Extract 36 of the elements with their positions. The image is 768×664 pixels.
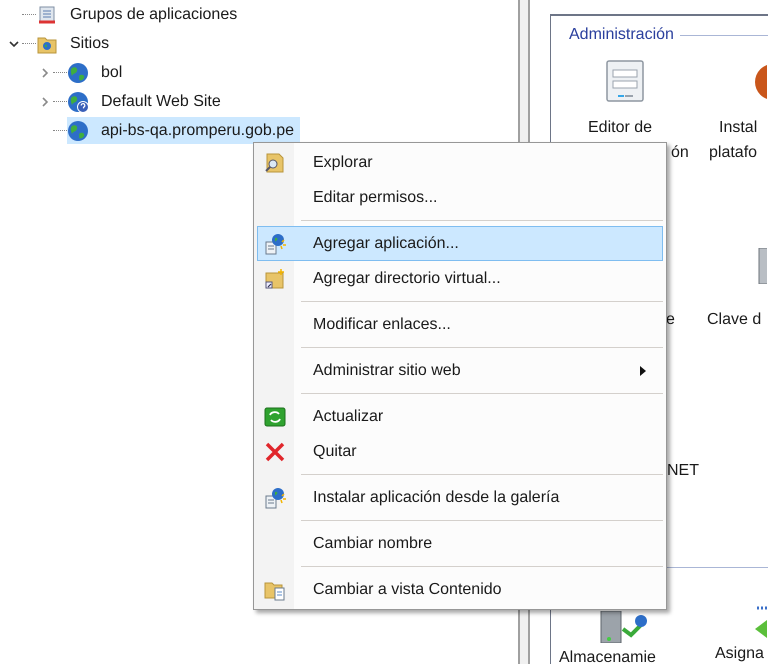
feature-label: Instal bbox=[719, 118, 758, 138]
refresh-icon bbox=[264, 406, 286, 428]
feature-label: e bbox=[666, 310, 675, 330]
tree-item[interactable]: Grupos de aplicaciones bbox=[36, 1, 244, 28]
folder-shortcut-icon bbox=[264, 268, 286, 290]
feature-label: platafo bbox=[709, 143, 758, 163]
tree-item[interactable]: bol bbox=[67, 59, 128, 86]
globe-icon bbox=[67, 62, 89, 84]
menu-item[interactable]: Agregar aplicación... bbox=[257, 226, 663, 261]
menu-item[interactable]: Actualizar bbox=[257, 399, 663, 434]
feature-label: Clave d bbox=[707, 310, 762, 330]
menu-item[interactable]: Agregar directorio virtual... bbox=[257, 261, 663, 296]
feature-label: ón bbox=[671, 143, 689, 163]
globe-document-icon bbox=[264, 232, 286, 254]
folder-search-icon bbox=[264, 152, 286, 174]
menu-item[interactable]: Cambiar nombre bbox=[257, 526, 663, 561]
menu-item[interactable]: Modificar enlaces... bbox=[257, 307, 663, 342]
menu-item[interactable]: Instalar aplicación desde la galería bbox=[257, 480, 663, 515]
menu-item[interactable]: Administrar sitio web bbox=[257, 353, 663, 388]
feature-label: Asigna bbox=[715, 644, 764, 664]
menu-item[interactable]: Cambiar a vista Contenido bbox=[257, 572, 663, 607]
tree-item[interactable]: api-bs-qa.promperu.gob.pe bbox=[67, 117, 300, 144]
menu-item[interactable]: Editar permisos... bbox=[257, 180, 663, 215]
globe-document-icon bbox=[264, 486, 286, 508]
form-window-icon bbox=[606, 60, 644, 102]
feature-label: Editor de bbox=[588, 118, 652, 138]
menu-item[interactable]: Quitar bbox=[257, 434, 663, 469]
feature-label: Almacenamie bbox=[559, 648, 656, 664]
feature-label: NET bbox=[667, 461, 699, 481]
tree-item[interactable]: Default Web Site bbox=[67, 88, 227, 115]
tree-item[interactable]: Sitios bbox=[36, 30, 116, 57]
group-title: Administración bbox=[569, 25, 674, 45]
menu-item[interactable]: Explorar bbox=[257, 145, 663, 180]
close-icon bbox=[264, 440, 286, 462]
globe-icon bbox=[67, 90, 89, 112]
globe-icon bbox=[67, 120, 89, 142]
